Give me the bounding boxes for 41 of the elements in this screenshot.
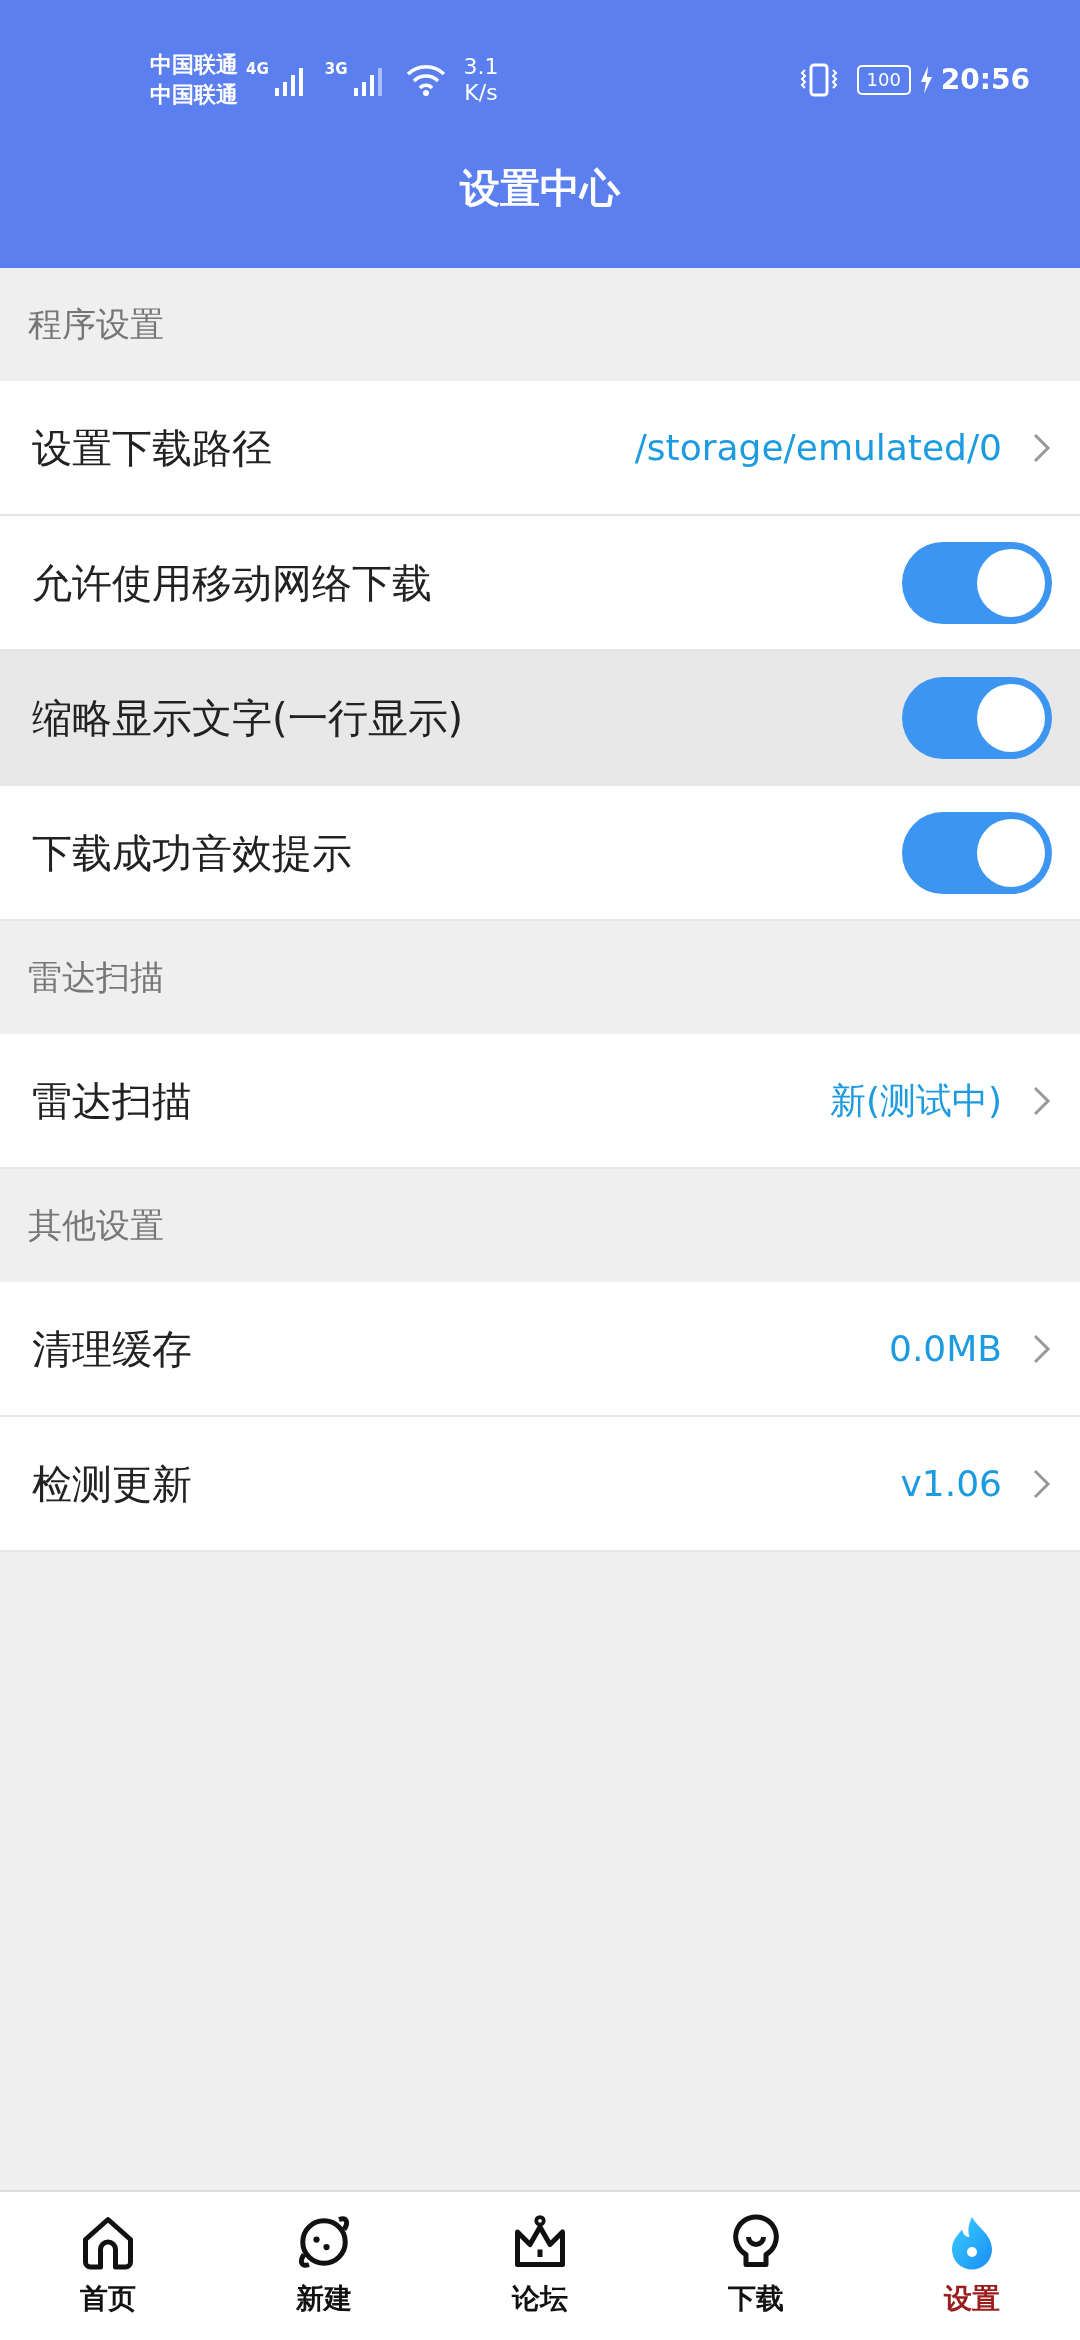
nav-tab[interactable]: 下载 — [648, 2192, 864, 2340]
section-header: 雷达扫描 — [28, 956, 164, 999]
speed-value: 3.1 — [463, 53, 499, 80]
setting-label: 检测更新 — [32, 1459, 192, 1509]
setting-value: /storage/emulated/0 — [634, 425, 1002, 470]
settings-row[interactable]: 雷达扫描 新(测试中) — [0, 1034, 1080, 1169]
network-type: 4G — [246, 59, 269, 80]
setting-value: 0.0MB — [889, 1326, 1002, 1371]
setting-label: 设置下载路径 — [32, 423, 272, 473]
setting-label: 雷达扫描 — [32, 1076, 192, 1126]
settings-row[interactable]: 设置下载路径 /storage/emulated/0 — [0, 381, 1080, 516]
settings-row[interactable]: 检测更新 v1.06 — [0, 1417, 1080, 1552]
carrier-name: 中国联通 — [150, 81, 238, 109]
chevron-right-icon — [1032, 1467, 1052, 1500]
network-type: 3G — [324, 59, 348, 80]
carrier-name: 中国联通 — [150, 51, 238, 80]
nav-tab[interactable]: 首页 — [0, 2192, 216, 2340]
setting-label: 缩略显示文字(一行显示) — [32, 693, 464, 743]
vibrate-icon — [798, 62, 839, 98]
setting-value: 新(测试中) — [829, 1078, 1002, 1123]
setting-label: 允许使用移动网络下载 — [32, 558, 432, 608]
setting-value: v1.06 — [900, 1461, 1002, 1506]
setting-label: 清理缓存 — [32, 1324, 192, 1374]
chevron-right-icon — [1032, 1084, 1052, 1117]
page-title: 设置中心 — [458, 164, 622, 213]
nav-tab[interactable]: 设置 — [864, 2192, 1080, 2340]
settings-row[interactable]: 缩略显示文字(一行显示) — [0, 651, 1080, 786]
nav-tab[interactable]: 论坛 — [432, 2192, 648, 2340]
settings-row[interactable]: 下载成功音效提示 — [0, 786, 1080, 921]
speed-unit: K/s — [463, 80, 499, 107]
settings-row[interactable]: 清理缓存 0.0MB — [0, 1282, 1080, 1417]
section-header: 程序设置 — [28, 303, 164, 346]
chevron-right-icon — [1032, 1332, 1052, 1365]
clock: 20:56 — [940, 62, 1030, 98]
chevron-right-icon — [1032, 431, 1052, 464]
battery-level: 100 — [856, 65, 911, 95]
section-header: 其他设置 — [28, 1204, 164, 1247]
charging-icon — [918, 65, 933, 95]
setting-label: 下载成功音效提示 — [32, 828, 352, 878]
settings-row[interactable]: 允许使用移动网络下载 — [0, 516, 1080, 651]
nav-tab[interactable]: 新建 — [216, 2192, 432, 2340]
